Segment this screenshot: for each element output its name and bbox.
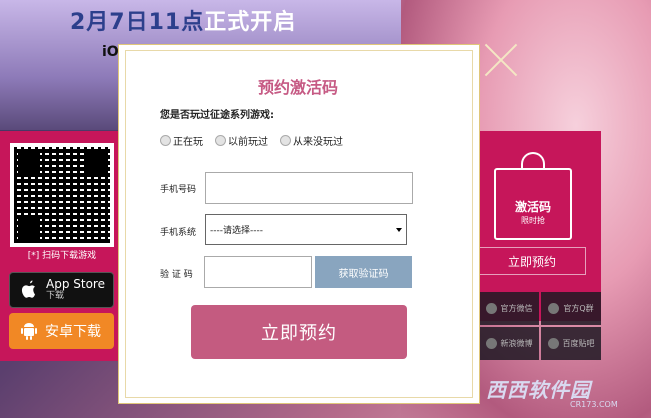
verification-code-input[interactable] (204, 256, 312, 288)
submit-reservation-button[interactable]: 立即预约 (191, 305, 407, 359)
banner-highlight: 正式开启 (204, 10, 297, 35)
radio-playing-now[interactable]: 正在玩 (160, 133, 203, 148)
social-weibo-link[interactable]: 新浪微博 (479, 327, 539, 360)
android-download-label: 安卓下载 (45, 324, 101, 340)
social-tieba-link[interactable]: 百度贴吧 (541, 327, 601, 360)
social-qq-group-link[interactable]: 官方Q群 (541, 292, 601, 325)
radio-circle-icon (280, 135, 291, 146)
system-select-value: ----请选择---- (210, 226, 263, 236)
gift-subtitle: 限时抢 (521, 216, 545, 225)
android-download-button[interactable]: 安卓下载 (9, 313, 114, 349)
get-code-button[interactable]: 获取验证码 (315, 256, 412, 288)
system-label: 手机系统 (160, 228, 197, 238)
dropdown-arrow-icon (396, 227, 402, 232)
weibo-icon (485, 338, 497, 349)
gift-title: 激活码 (514, 200, 551, 214)
watermark-url: CR173.COM (570, 400, 618, 409)
banner-date: 2月7日11点 (70, 10, 205, 35)
phone-input[interactable] (205, 172, 413, 204)
wechat-icon (485, 303, 497, 314)
qr-code (10, 143, 114, 247)
radio-circle-icon (160, 135, 171, 146)
qq-icon (548, 303, 560, 314)
app-store-subtitle: 下载 (46, 291, 65, 301)
reserve-now-small-button[interactable]: 立即预约 (478, 247, 586, 275)
played-question: 您是否玩过征途系列游戏: (160, 110, 274, 121)
social-links: 官方微信 官方Q群 新浪微博 百度贴吧 (479, 292, 601, 360)
radio-circle-icon (215, 135, 226, 146)
radio-played-before[interactable]: 以前玩过 (215, 133, 268, 148)
tieba-icon (547, 338, 559, 349)
qr-caption: [*] 扫码下载游戏 (27, 251, 97, 261)
app-store-title: App Store (46, 277, 105, 291)
played-radio-group: 正在玩 以前玩过 从来没玩过 (160, 133, 343, 148)
activation-code-gift[interactable]: 激活码 限时抢 (494, 152, 572, 242)
watermark: 西西软件园 (486, 378, 591, 402)
launch-banner: 2月7日11点正式开启 (70, 4, 296, 36)
social-wechat-link[interactable]: 官方微信 (479, 292, 539, 325)
app-store-button[interactable]: App Store 下载 (9, 272, 114, 308)
phone-label: 手机号码 (160, 185, 197, 195)
gift-icon (521, 152, 545, 168)
modal-title: 预约激活码 (257, 78, 338, 97)
ios-label-fragment: iO (102, 44, 119, 60)
verification-code-label: 验 证 码 (160, 270, 193, 280)
android-icon (21, 323, 37, 340)
radio-never-played[interactable]: 从来没玩过 (280, 133, 343, 148)
apple-icon (21, 280, 35, 298)
system-select[interactable]: ----请选择---- (205, 214, 407, 245)
